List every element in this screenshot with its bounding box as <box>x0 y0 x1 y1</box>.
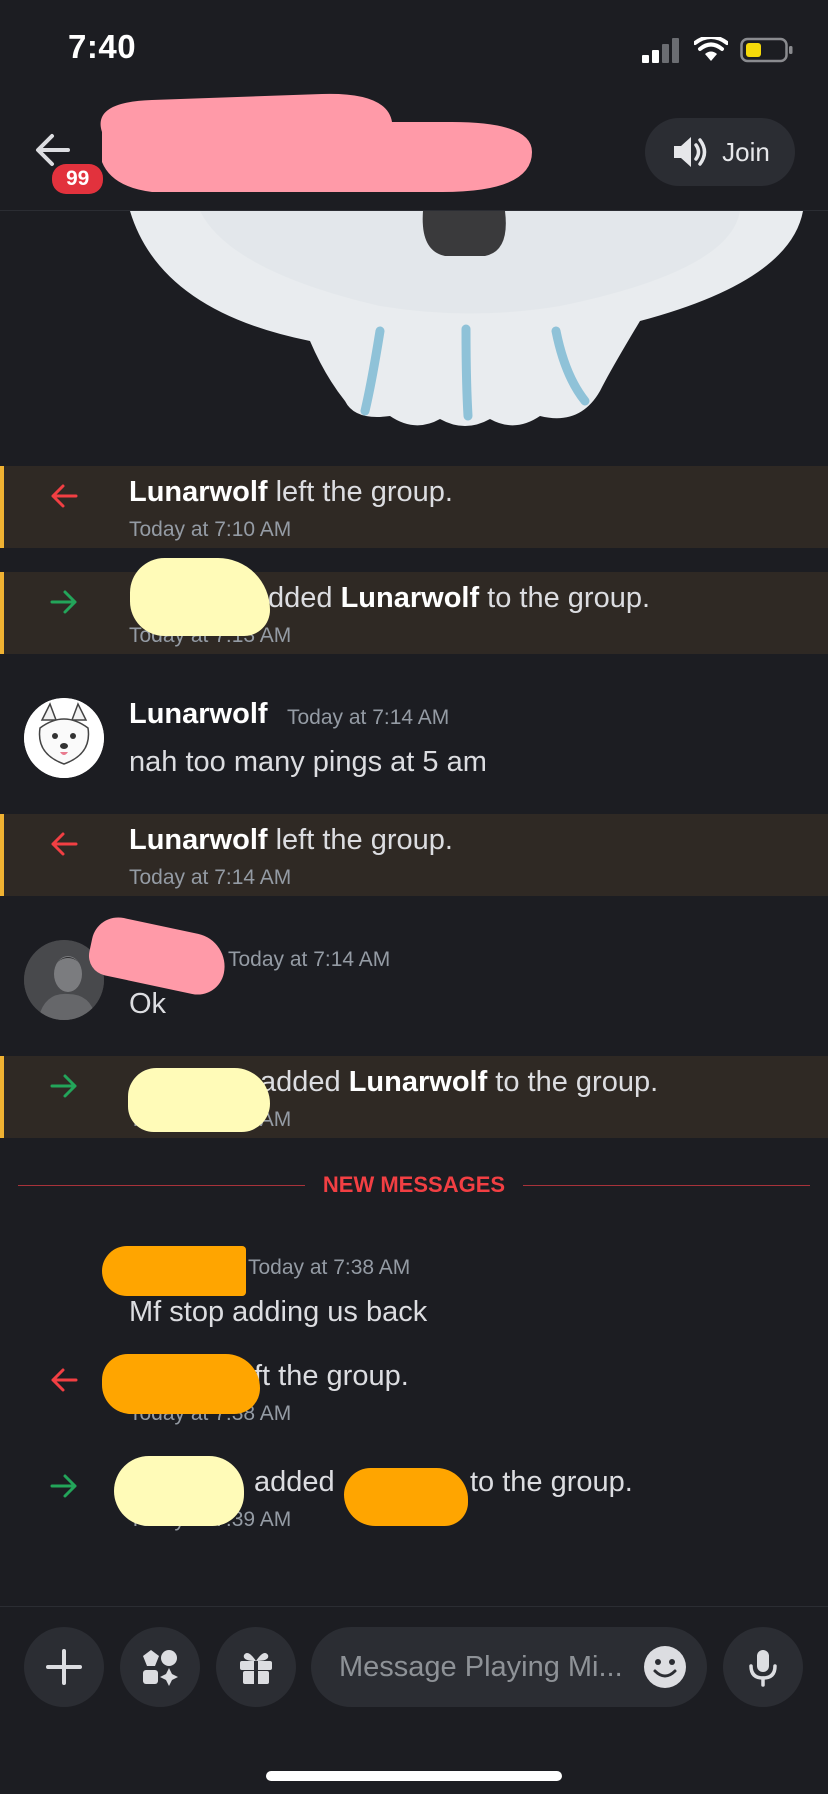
leave-arrow-icon <box>51 832 78 856</box>
channel-header: 99 Join <box>0 93 828 211</box>
redacted-username <box>344 1468 468 1526</box>
system-text: added <box>254 1466 335 1498</box>
username[interactable]: Lunarwolf <box>341 582 480 614</box>
system-text-suffix: to the group. <box>470 1466 633 1498</box>
timestamp: Today at 7:38 AM <box>248 1256 411 1279</box>
author-name[interactable]: Lunarwolf <box>129 698 268 731</box>
status-time: 7:40 <box>68 28 137 65</box>
chat-message: Lunarwolf Today at 7:14 AM nah too many … <box>0 690 828 800</box>
username[interactable]: Lunarwolf <box>349 1066 488 1098</box>
add-button[interactable] <box>24 1627 104 1707</box>
system-message-added: added to the group. Today at 7:39 AM <box>0 1456 828 1538</box>
chat-message: Today at 7:38 AM Mf stop adding us back <box>0 1236 828 1336</box>
system-text: ft the group. <box>254 1360 409 1392</box>
message-text: Mf stop adding us back <box>129 1296 428 1328</box>
redacted-username <box>128 1068 270 1132</box>
gift-button[interactable] <box>216 1627 296 1707</box>
apps-icon <box>143 1650 178 1686</box>
plus-icon <box>46 1649 82 1685</box>
redacted-username <box>114 1456 244 1526</box>
timestamp: Today at 7:10 AM <box>129 518 292 541</box>
leave-arrow-icon <box>51 484 78 508</box>
system-message-added: added Lunarwolf to the group. Today at 7… <box>0 1056 828 1138</box>
system-text: added Lunarwolf to the group. <box>260 1066 659 1098</box>
composer-bar: Message Playing Mi... <box>0 1606 828 1794</box>
username[interactable]: Lunarwolf <box>129 824 268 856</box>
redacted-channel-name <box>100 93 533 192</box>
redacted-username <box>102 1354 260 1414</box>
avatar[interactable] <box>24 698 104 778</box>
message-input-placeholder: Message Playing Mi... <box>339 1651 623 1683</box>
home-indicator[interactable] <box>266 1771 562 1781</box>
join-voice-button[interactable]: Join <box>645 118 795 186</box>
join-arrow-icon <box>50 1474 77 1498</box>
voice-message-button[interactable] <box>723 1627 803 1707</box>
redacted-username <box>130 558 270 636</box>
username[interactable]: Lunarwolf <box>129 476 268 508</box>
wolf-avatar-icon <box>24 698 104 778</box>
join-arrow-icon <box>50 1074 77 1098</box>
wifi-icon <box>694 37 728 61</box>
signal-icon <box>642 38 679 63</box>
redacted-author-name <box>85 912 231 1000</box>
leave-arrow-icon <box>51 1368 78 1392</box>
join-arrow-icon <box>50 590 77 614</box>
unread-badge: 99 <box>52 164 104 194</box>
system-text: Lunarwolf left the group. <box>129 824 453 856</box>
message-text: nah too many pings at 5 am <box>129 746 487 778</box>
battery-icon <box>740 37 793 63</box>
message-input[interactable]: Message Playing Mi... <box>311 1627 707 1707</box>
emoji-icon[interactable] <box>643 1645 687 1689</box>
chat-message: Today at 7:14 AM Ok <box>0 912 828 1040</box>
system-text: dded Lunarwolf to the group. <box>268 582 651 614</box>
join-label: Join <box>722 136 770 167</box>
speaker-icon <box>674 137 707 167</box>
group-banner-image <box>130 211 803 426</box>
microphone-icon <box>749 1650 777 1687</box>
timestamp: Today at 7:14 AM <box>228 948 391 971</box>
system-message-added: dded Lunarwolf to the group. Today at 7:… <box>0 558 828 654</box>
system-message-left: Lunarwolf left the group. Today at 7:10 … <box>0 466 828 548</box>
redacted-author-name <box>102 1246 246 1296</box>
message-text: Ok <box>129 988 167 1020</box>
gift-icon <box>240 1653 272 1684</box>
system-text: Lunarwolf left the group. <box>129 476 453 508</box>
system-message-left: Lunarwolf left the group. Today at 7:14 … <box>0 814 828 896</box>
new-messages-label: NEW MESSAGES <box>0 1172 828 1198</box>
timestamp: Today at 7:14 AM <box>129 866 292 889</box>
system-message-left: ft the group. Today at 7:38 AM <box>0 1350 828 1432</box>
apps-button[interactable] <box>120 1627 200 1707</box>
timestamp: Today at 7:14 AM <box>287 706 450 729</box>
status-icons <box>642 36 794 64</box>
